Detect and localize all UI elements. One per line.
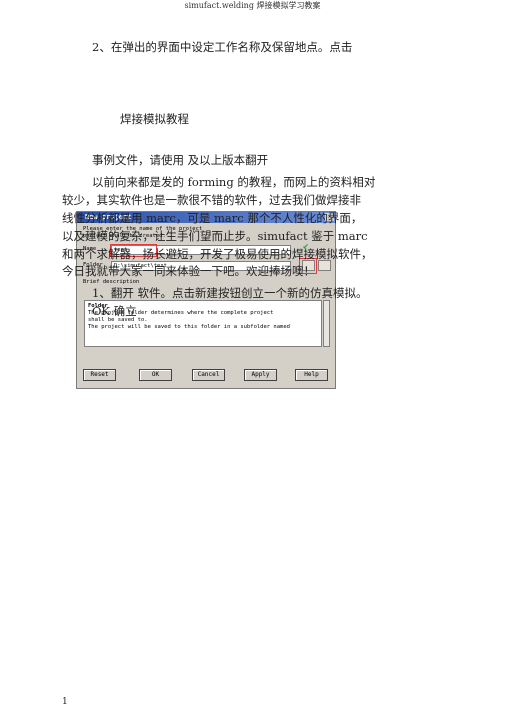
intro-line-6: 今日我就带大家一同来体验一下吧。欢迎捧场噢！	[62, 264, 315, 278]
intro-line-4: 以及建模的复杂，让生手们望而止步。simufact 鉴于 marc	[62, 229, 368, 243]
help-button: Help	[295, 369, 328, 381]
intro-line-2: 较少，其实软件也是一款很不错的软件，过去我们做焊接非	[62, 193, 361, 207]
desc-label: Brief description	[83, 279, 140, 285]
cancel-button: Cancel	[192, 369, 225, 381]
page-header: simufact.welding 焊接模拟学习教案	[184, 1, 321, 10]
page-number: 1	[62, 697, 68, 707]
sample-files-text: 事例文件，请使用 及以上版本翻开	[92, 153, 269, 167]
folder-new-icon	[318, 260, 331, 271]
intro-line-5: 和两个求解器，扬长避短，开发了极易使用的焊接模拟软件，	[62, 247, 373, 261]
apply-button: Apply	[244, 369, 277, 381]
desc-line-2: shall be saved to.	[88, 317, 148, 323]
ok-confirm-text: OK 确立	[92, 304, 137, 318]
intro-line-3: 线性分析都是用 marc，可是 marc 那个不人性化的界面，	[62, 211, 363, 225]
ok-button: OK	[139, 369, 172, 381]
step1-text: 1、翻开 软件。点击新建按钮创立一个新的仿真模拟。	[92, 286, 368, 300]
description-scrollbar	[323, 300, 330, 347]
reset-button: Reset	[83, 369, 116, 381]
intro-line-1: 以前向来都是发的 forming 的教程，而网上的资料相对	[92, 175, 376, 189]
tutorial-title: 焊接模拟教程	[120, 112, 189, 126]
step2-text: 2、在弹出的界面中设定工作名称及保留地点。点击	[92, 40, 353, 54]
desc-line-3: The project will be saved to this folder…	[88, 324, 290, 330]
